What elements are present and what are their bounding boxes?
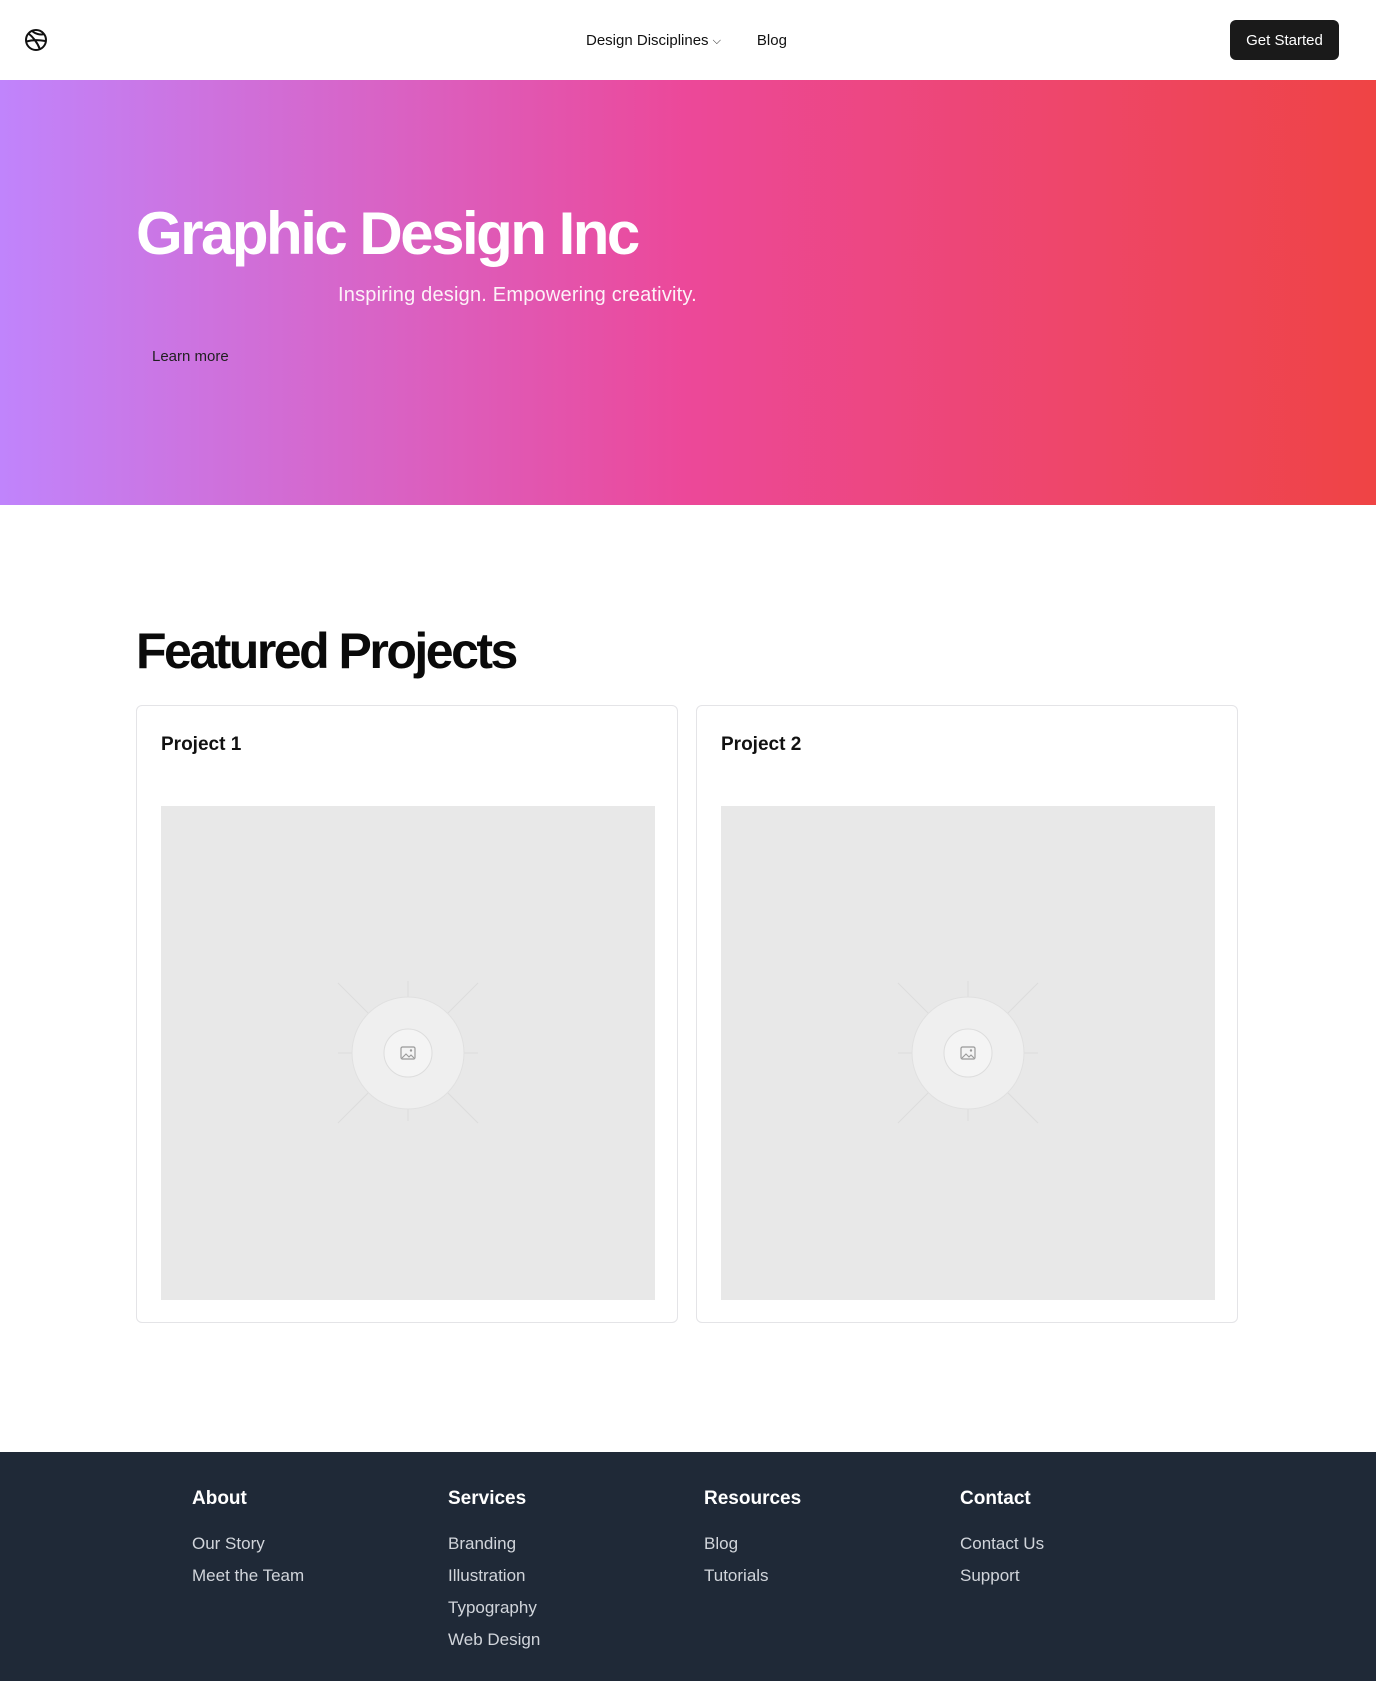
main-nav: Design Disciplines ⌵ Blog (586, 0, 787, 80)
nav-blog-label: Blog (756, 31, 787, 49)
project-image-placeholder (721, 806, 1215, 1300)
footer-link-blog[interactable]: Blog (704, 1528, 801, 1560)
footer-heading: Resources (704, 1488, 802, 1509)
nav-design-disciplines[interactable]: Design Disciplines ⌵ (586, 32, 721, 49)
hero-title: Graphic Design Inc (136, 200, 640, 267)
footer-link-support[interactable]: Support (960, 1560, 1044, 1592)
site-footer: About Our Story Meet the Team Services B… (0, 1452, 1376, 1681)
hero-subtitle: Inspiring design. Empowering creativity. (338, 284, 697, 306)
footer-link-web-design[interactable]: Web Design (448, 1624, 540, 1656)
project-card-1[interactable]: Project 1 (136, 705, 678, 1323)
footer-link-branding[interactable]: Branding (448, 1528, 540, 1560)
site-header: Design Disciplines ⌵ Blog Get Started (0, 0, 1376, 80)
image-placeholder-icon (337, 981, 479, 1124)
footer-link-typography[interactable]: Typography (448, 1592, 540, 1624)
footer-heading: Contact (960, 1488, 1031, 1509)
footer-heading: Services (448, 1488, 527, 1509)
footer-link-our-story[interactable]: Our Story (192, 1528, 304, 1560)
chevron-down-icon: ⌵ (712, 34, 721, 47)
nav-blog[interactable]: Blog (757, 32, 787, 49)
footer-column-services: Services Branding Illustration Typograph… (448, 1486, 540, 1656)
nav-design-disciplines-label: Design Disciplines (586, 31, 709, 49)
footer-column-contact: Contact Contact Us Support (960, 1486, 1044, 1592)
project-card-title: Project 1 (161, 734, 242, 755)
footer-link-illustration[interactable]: Illustration (448, 1560, 540, 1592)
project-card-title: Project 2 (721, 734, 802, 755)
featured-projects-title: Featured Projects (136, 623, 518, 679)
get-started-button[interactable]: Get Started (1230, 20, 1339, 60)
hero-banner: Graphic Design Inc Inspiring design. Emp… (0, 80, 1376, 505)
footer-link-tutorials[interactable]: Tutorials (704, 1560, 801, 1592)
project-card-2[interactable]: Project 2 (696, 705, 1238, 1323)
footer-link-contact-us[interactable]: Contact Us (960, 1528, 1044, 1560)
dribbble-ball-icon[interactable] (24, 28, 48, 52)
footer-column-resources: Resources Blog Tutorials (704, 1486, 801, 1592)
footer-link-meet-the-team[interactable]: Meet the Team (192, 1560, 304, 1592)
project-image-placeholder (161, 806, 655, 1300)
footer-column-about: About Our Story Meet the Team (192, 1486, 304, 1592)
image-placeholder-icon (897, 981, 1039, 1124)
learn-more-link[interactable]: Learn more (152, 348, 229, 365)
footer-heading: About (192, 1488, 247, 1509)
